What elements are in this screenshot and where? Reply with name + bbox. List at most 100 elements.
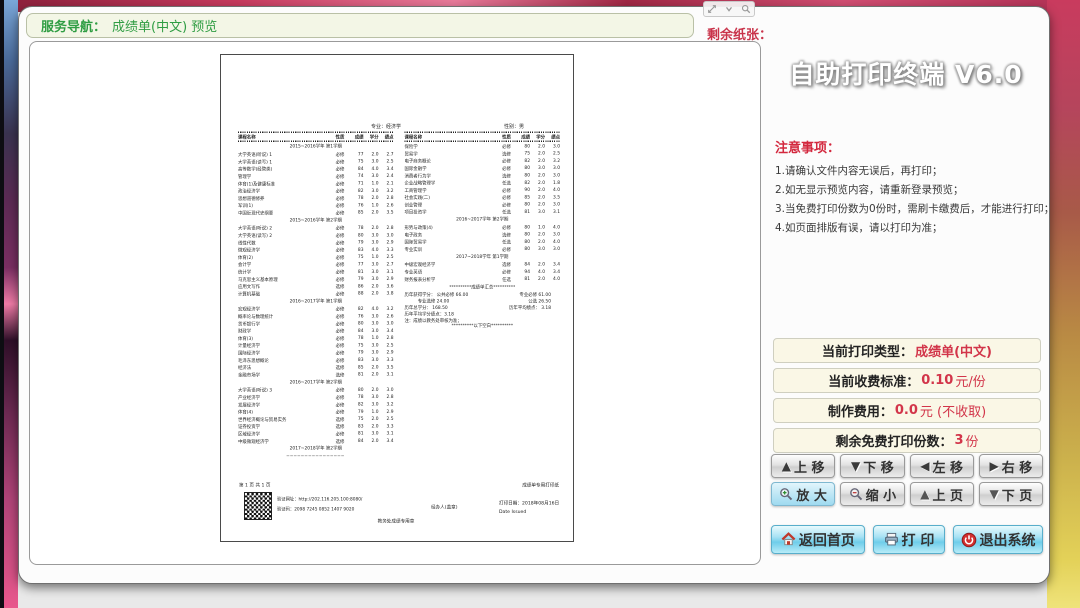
course-score: 85 xyxy=(515,195,530,200)
course-row: 体育(3)必修781.02.8 xyxy=(238,335,394,342)
button-label: 放 大 xyxy=(796,485,827,504)
print-button[interactable]: 打 印 xyxy=(873,525,945,554)
summary-end: **********以下空白********** xyxy=(405,323,561,330)
course-credit: 2.0 xyxy=(530,262,545,267)
term-header: 2015~2016学年 第2学期 xyxy=(238,216,394,224)
course-gpa: 2.8 xyxy=(379,225,394,230)
course-score: 79 xyxy=(349,409,364,414)
course-credit: 3.0 xyxy=(364,321,379,326)
course-score: 80 xyxy=(349,387,364,392)
course-score: 84 xyxy=(515,262,530,267)
course-nature: 必修 xyxy=(332,261,349,268)
course-nature: 必修 xyxy=(498,143,515,150)
course-score: 74 xyxy=(349,174,364,179)
course-nature: 必修 xyxy=(332,225,349,232)
transcript-major: 专业：经济学 xyxy=(371,122,401,130)
exit-button[interactable]: 退出系统 xyxy=(953,525,1043,554)
course-nature: 选修 xyxy=(332,364,349,371)
table-header-row: 课程名称性质成绩学分绩点 xyxy=(238,134,394,141)
course-score: 71 xyxy=(349,181,364,186)
course-name: 财务报表分析学 xyxy=(405,276,499,283)
course-name: 中国近现代史纲要 xyxy=(238,209,332,216)
course-score: 78 xyxy=(349,395,364,400)
course-name: 大学英语(读写) 1 xyxy=(238,158,332,165)
course-gpa: 3.2 xyxy=(379,402,394,407)
document-preview-area[interactable]: 专业：经济学 性别：男 课程名称性质成绩学分绩点2015~2016学年 第1学期… xyxy=(29,41,761,565)
course-row: 项目投资学任选813.03.1 xyxy=(405,208,561,215)
course-gpa: 3.5 xyxy=(379,210,394,215)
course-credit: 3.0 xyxy=(364,350,379,355)
course-score: 81 xyxy=(349,269,364,274)
course-score: 75 xyxy=(349,159,364,164)
course-score: 80 xyxy=(515,232,530,237)
service-nav-bar: 服务导航： 成绩单(中文) 预览 xyxy=(26,13,694,38)
zoom-in-button[interactable]: 放 大 xyxy=(771,482,835,506)
page-up-button[interactable]: ▲上 页 xyxy=(910,482,974,506)
course-nature: 必修 xyxy=(332,342,349,349)
move-left-button[interactable]: ◀左 移 xyxy=(910,454,974,478)
course-row: 计算机基础必修882.03.8 xyxy=(238,290,394,297)
column-header: 成绩 xyxy=(515,134,530,141)
course-row: 专业实训必修803.03.0 xyxy=(405,246,561,253)
course-score: 80 xyxy=(515,239,530,244)
course-gpa: 3.0 xyxy=(379,321,394,326)
zoom-out-button[interactable]: 缩 小 xyxy=(840,482,904,506)
course-row: 财政学必修843.03.4 xyxy=(238,327,394,334)
course-nature: 必修 xyxy=(332,276,349,283)
course-nature: 必修 xyxy=(332,394,349,401)
course-credit: 2.0 xyxy=(530,239,545,244)
course-row: 货币银行学必修803.03.0 xyxy=(238,320,394,327)
course-nature: 选修 xyxy=(332,423,349,430)
course-row: 电子政务选修802.03.0 xyxy=(405,231,561,238)
info-row: 剩余免费打印份数：3份 xyxy=(773,428,1041,453)
course-credit: 3.0 xyxy=(530,209,545,214)
course-score: 79 xyxy=(349,277,364,282)
move-up-button[interactable]: ▲上 移 xyxy=(771,454,835,478)
course-gpa: 1.8 xyxy=(545,180,560,185)
course-score: 81 xyxy=(515,209,530,214)
qr-code xyxy=(245,493,271,519)
arrow-up-icon: ▲ xyxy=(782,460,791,472)
course-row: 产业经济学必修783.02.8 xyxy=(238,394,394,401)
course-gpa: 4.0 xyxy=(545,188,560,193)
course-score: 78 xyxy=(349,196,364,201)
course-row: 中级宏观经济学选修842.03.4 xyxy=(405,261,561,268)
page-down-button[interactable]: ▼下 页 xyxy=(979,482,1043,506)
resize-icon[interactable] xyxy=(707,4,717,14)
course-nature: 选修 xyxy=(498,261,515,268)
course-row: 经济法选修852.03.5 xyxy=(238,364,394,371)
course-credit: 3.0 xyxy=(530,247,545,252)
course-name: 社会实践(二) xyxy=(405,194,499,201)
move-right-button[interactable]: ▶右 移 xyxy=(979,454,1043,478)
course-gpa: 3.0 xyxy=(545,247,560,252)
course-name: 中级微观经济学 xyxy=(238,438,332,445)
course-name: 专业实训 xyxy=(405,246,499,253)
magnifier-icon[interactable] xyxy=(741,4,751,14)
course-nature: 必修 xyxy=(332,430,349,437)
zoom-in-icon xyxy=(779,487,793,501)
info-rows: 当前打印类型：成绩单(中文)当前收费标准：0.10元/份制作费用：0.0元 (不… xyxy=(773,338,1041,458)
desktop-right-strip xyxy=(1047,0,1080,608)
course-credit: 3.0 xyxy=(364,343,379,348)
course-nature: 必修 xyxy=(498,201,515,208)
course-score: 84 xyxy=(349,439,364,444)
course-row: 会计学必修773.02.7 xyxy=(238,261,394,268)
course-score: 81 xyxy=(349,431,364,436)
course-nature: 必修 xyxy=(332,195,349,202)
course-score: 90 xyxy=(515,188,530,193)
course-score: 75 xyxy=(515,151,530,156)
course-row: 电子商务概论必修822.03.2 xyxy=(405,157,561,164)
chevron-down-icon[interactable] xyxy=(724,4,734,14)
course-name: 应用文写作 xyxy=(238,283,332,290)
move-down-button[interactable]: ▼下 移 xyxy=(840,454,904,478)
button-label: 退出系统 xyxy=(980,530,1036,550)
date-issued-label: Date Issued xyxy=(499,509,526,515)
home-button[interactable]: 返回首页 xyxy=(771,525,865,554)
course-credit: 2.0 xyxy=(530,202,545,207)
course-credit: 2.0 xyxy=(530,188,545,193)
course-nature: 任选 xyxy=(498,239,515,246)
course-credit: 2.0 xyxy=(364,284,379,289)
course-row: 企业战略管理学任选822.01.8 xyxy=(405,179,561,186)
course-score: 80 xyxy=(515,247,530,252)
course-nature: 必修 xyxy=(332,306,349,313)
